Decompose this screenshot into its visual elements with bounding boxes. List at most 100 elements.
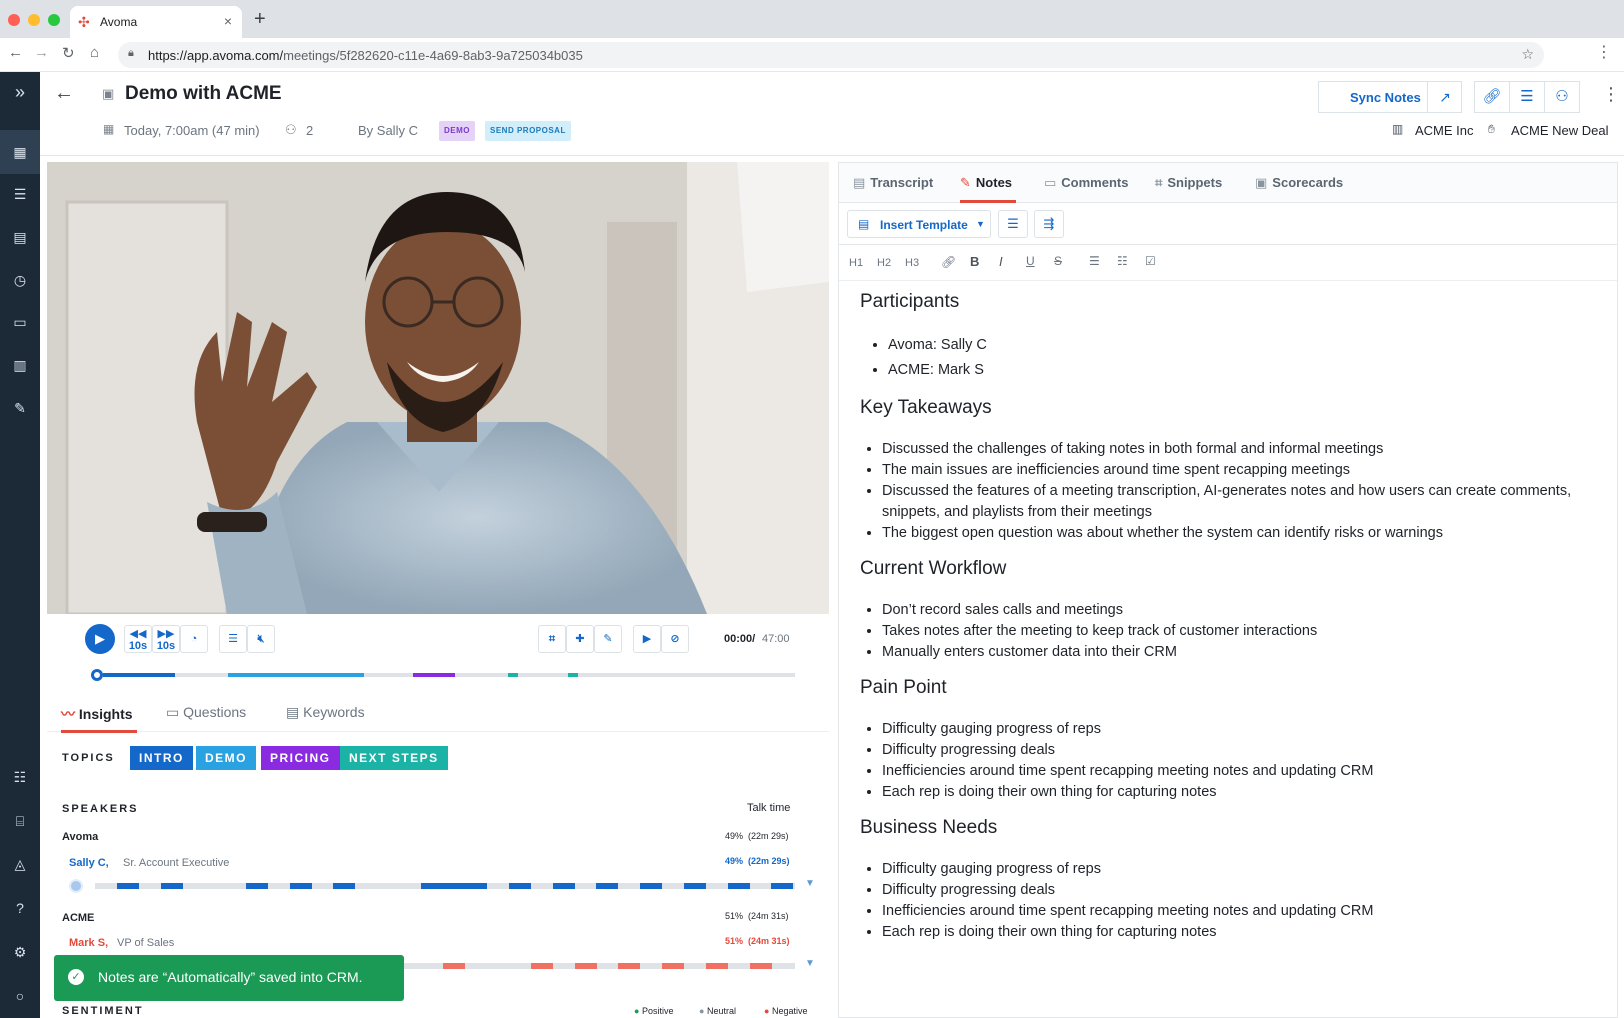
browser-menu-icon[interactable]: ⋮ bbox=[1596, 42, 1612, 62]
snippets-icon: ⌗ bbox=[1155, 175, 1163, 190]
meetings-list-icon[interactable]: ☰ bbox=[8, 182, 32, 206]
tab-comments[interactable]: ▭ Comments bbox=[1044, 175, 1128, 191]
expand-speaker-icon[interactable]: ▼ bbox=[805, 958, 815, 969]
tab-transcript[interactable]: ▤ Transcript bbox=[853, 175, 933, 191]
close-tab-icon[interactable]: × bbox=[224, 13, 232, 29]
checklist-icon[interactable]: ☑ bbox=[1145, 254, 1156, 268]
notes-bullet-item: Difficulty progressing deals bbox=[882, 880, 1600, 901]
tab-scorecards[interactable]: ▣ Scorecards bbox=[1255, 175, 1343, 191]
timeline-track[interactable] bbox=[91, 669, 795, 681]
link-icon[interactable]: 🔗︎ bbox=[941, 255, 956, 269]
help-icon[interactable]: ? bbox=[8, 896, 32, 920]
underline-icon[interactable]: U bbox=[1026, 254, 1035, 268]
add-note-icon[interactable]: ✎ bbox=[594, 625, 622, 653]
topic-next-steps[interactable]: NEXT STEPS bbox=[340, 746, 448, 770]
gift-icon[interactable]: ⌸ bbox=[8, 809, 32, 833]
template-settings-icon[interactable]: ☰ bbox=[998, 210, 1028, 238]
account-name[interactable]: ACME Inc bbox=[1415, 123, 1474, 138]
italic-icon[interactable]: I bbox=[999, 254, 1003, 269]
crop-snippet-icon[interactable]: ⌗ bbox=[538, 625, 566, 653]
new-tab-icon[interactable]: + bbox=[254, 8, 266, 31]
copy-link-icon[interactable]: 🔗︎ bbox=[1474, 81, 1510, 113]
topic-pricing[interactable]: PRICING bbox=[261, 746, 340, 770]
sync-notes-button[interactable]: Sync Notes bbox=[1350, 90, 1421, 105]
outline-view-icon[interactable]: ☰ bbox=[1509, 81, 1545, 113]
timeline-scrubber[interactable] bbox=[91, 669, 103, 681]
skip-back-label: 10s bbox=[128, 640, 148, 652]
reload-icon[interactable]: ↻ bbox=[62, 44, 75, 62]
heading1-button[interactable]: H1 bbox=[849, 257, 863, 269]
deal-name[interactable]: ACME New Deal bbox=[1511, 123, 1609, 138]
skip-back-button[interactable]: ◀◀ 10s bbox=[124, 625, 152, 653]
tab-insights[interactable]: 〰 Insights bbox=[61, 704, 133, 724]
expand-speaker-icon[interactable]: ▼ bbox=[805, 878, 815, 889]
speaker-name[interactable]: Mark S, bbox=[69, 937, 108, 949]
notes-bullet-item: Discussed the features of a meeting tran… bbox=[882, 481, 1600, 523]
address-bar[interactable]: 🔒︎ https://app.avoma.com/meetings/5f2826… bbox=[118, 42, 1544, 68]
forward-icon[interactable]: → bbox=[34, 44, 49, 61]
mute-icon[interactable]: 🔇︎ bbox=[247, 625, 275, 653]
video-camera-icon[interactable]: ▶︎ bbox=[633, 625, 661, 653]
open-crm-icon[interactable]: ↗ bbox=[1427, 82, 1462, 112]
numbered-list-icon[interactable]: ☷ bbox=[1117, 254, 1128, 268]
heading3-button[interactable]: H3 bbox=[905, 257, 919, 269]
notes-bullet-list: Difficulty gauging progress of repsDiffi… bbox=[860, 859, 1600, 943]
conversations-icon[interactable]: ▭ bbox=[8, 310, 32, 334]
tasks-icon[interactable]: ☷ bbox=[8, 765, 32, 789]
adjust-settings-icon[interactable]: ☰ bbox=[219, 625, 247, 653]
notifications-icon[interactable]: ◬ bbox=[8, 852, 32, 876]
minimize-window-icon[interactable] bbox=[28, 14, 40, 26]
schedule-icon[interactable]: ◷ bbox=[8, 268, 32, 292]
scorecard-icon[interactable]: ✎ bbox=[8, 396, 32, 420]
play-speaker-icon[interactable] bbox=[69, 879, 83, 893]
calendar-icon[interactable]: ▦ bbox=[0, 130, 40, 174]
profile-icon[interactable]: ○ bbox=[8, 984, 32, 1008]
participants-icon[interactable]: ⚇ bbox=[1544, 81, 1580, 113]
skip-forward-button[interactable]: ▶▶ 10s bbox=[152, 625, 180, 653]
topic-demo[interactable]: DEMO bbox=[196, 746, 256, 770]
play-button[interactable]: ▶ bbox=[85, 624, 115, 654]
maximize-window-icon[interactable] bbox=[48, 14, 60, 26]
tag-demo[interactable]: DEMO bbox=[439, 121, 475, 141]
playback-speed-icon[interactable]: ◔ bbox=[180, 625, 208, 653]
add-comment-icon[interactable]: ✚ bbox=[566, 625, 594, 653]
speaker-timeline-sally[interactable] bbox=[95, 883, 795, 889]
dropdown-caret-icon: ▼ bbox=[976, 219, 985, 229]
bulleted-list-icon[interactable]: ☰ bbox=[1089, 254, 1100, 268]
attendee-count: 2 bbox=[306, 123, 314, 138]
home-icon[interactable]: ⌂ bbox=[90, 44, 99, 61]
legend-positive: ● Positive bbox=[634, 1006, 674, 1016]
tab-questions[interactable]: ▭ Questions bbox=[166, 704, 246, 721]
tab-snippets[interactable]: ⌗ Snippets bbox=[1155, 175, 1222, 191]
browser-tab[interactable]: ✣ Avoma × bbox=[70, 6, 242, 38]
editor-actions: ▤ Insert Template ▼ ☰ ⇶ bbox=[839, 203, 1617, 245]
insert-template-button[interactable]: ▤ Insert Template ▼ bbox=[847, 210, 991, 238]
back-icon[interactable]: ← bbox=[8, 44, 23, 61]
speaker-role: Sr. Account Executive bbox=[123, 857, 230, 869]
notes-icon[interactable]: ▤ bbox=[8, 225, 32, 249]
speaker-name[interactable]: Sally C, bbox=[69, 857, 109, 869]
tag-send-proposal[interactable]: SEND PROPOSAL bbox=[485, 121, 571, 141]
settings-icon[interactable]: ⚙ bbox=[8, 940, 32, 964]
hide-video-icon[interactable]: ⊘ bbox=[661, 625, 689, 653]
tab-notes[interactable]: ✎ Notes bbox=[960, 175, 1012, 191]
expand-sidebar-icon[interactable]: » bbox=[8, 80, 32, 104]
legend-negative: ● Negative bbox=[764, 1006, 808, 1016]
company-icon: ▥ bbox=[1392, 122, 1404, 136]
app-sidebar: » ▦ ☰ ▤ ◷ ▭ ▥ ✎ ☷ ⌸ ◬ ? ⚙ ○ bbox=[0, 72, 40, 1018]
topics-label: TOPICS bbox=[62, 752, 115, 764]
video-player[interactable] bbox=[47, 162, 829, 614]
topic-intro[interactable]: INTRO bbox=[130, 746, 193, 770]
bookmark-star-icon[interactable]: ☆ bbox=[1521, 46, 1534, 63]
more-options-icon[interactable]: ⋮ bbox=[1602, 84, 1620, 105]
analytics-icon[interactable]: ▥ bbox=[8, 353, 32, 377]
notes-editor[interactable]: Participants Avoma: Sally CACME: Mark S Ke… bbox=[860, 283, 1600, 957]
push-notes-icon[interactable]: ⇶ bbox=[1034, 210, 1064, 238]
close-window-icon[interactable] bbox=[8, 14, 20, 26]
heading2-button[interactable]: H2 bbox=[877, 257, 891, 269]
tab-keywords[interactable]: ▤ Keywords bbox=[286, 704, 365, 721]
bold-icon[interactable]: B bbox=[970, 254, 979, 269]
toast-message: Notes are “Automatically” saved into CRM… bbox=[98, 969, 363, 985]
strikethrough-icon[interactable]: S bbox=[1054, 254, 1062, 268]
back-arrow-icon[interactable]: ← bbox=[54, 82, 74, 105]
